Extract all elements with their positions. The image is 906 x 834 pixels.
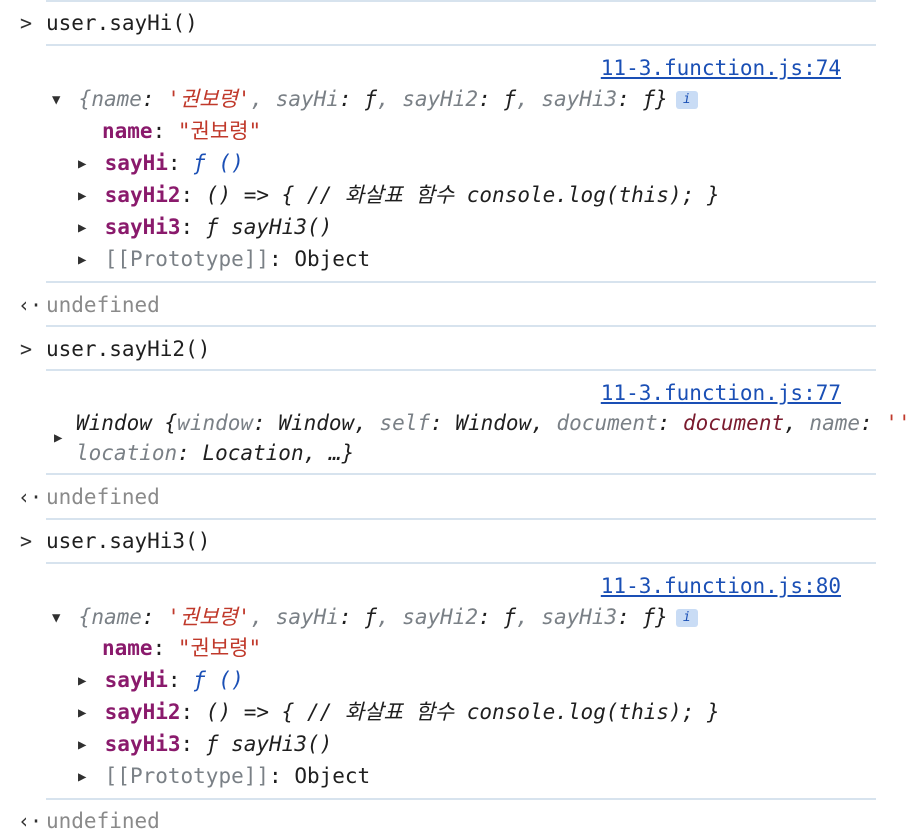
preview-key: document [556, 411, 658, 435]
preview-value: Window [455, 411, 532, 435]
property-key: sayHi2 [104, 700, 181, 724]
property-row[interactable]: ▶ [[Prototype]]: Object [78, 763, 876, 790]
property-row[interactable]: ▶ sayHi: ƒ () [78, 667, 876, 694]
source-link[interactable]: 11-3.function.js:74 [601, 55, 841, 81]
preview-value: '권보령' [167, 605, 251, 629]
property-key: [[Prototype]] [104, 247, 270, 271]
preview-value: document [682, 411, 785, 435]
preview-key: sayHi [275, 87, 339, 111]
triangle-right-icon[interactable]: ▶ [78, 732, 92, 758]
preview-value: '' [885, 411, 906, 435]
return-arrow-icon: ‹· [18, 293, 43, 317]
triangle-right-icon[interactable]: ▶ [78, 215, 92, 241]
property-key: name [102, 636, 153, 660]
triangle-right-icon[interactable]: ▶ [54, 425, 68, 451]
triangle-right-icon[interactable]: ▶ [78, 668, 92, 694]
triangle-right-icon[interactable]: ▶ [78, 764, 92, 790]
property-value: ƒ () [193, 668, 244, 692]
property-value: ƒ sayHi3() [205, 732, 333, 756]
property-value: ƒ () [193, 151, 244, 175]
property-key: sayHi [104, 668, 168, 692]
property-key: name [102, 119, 153, 143]
preview-value: '권보령' [167, 87, 251, 111]
return-arrow-icon: ‹· [18, 809, 43, 833]
preview-key: self [379, 411, 431, 435]
triangle-down-icon[interactable]: ▼ [52, 605, 66, 631]
triangle-right-icon[interactable]: ▶ [78, 247, 92, 273]
property-row[interactable]: ▶ sayHi3: ƒ sayHi3() [78, 214, 876, 241]
preview-key: name [809, 411, 860, 435]
preview-value: ƒ [503, 87, 517, 111]
property-value: () => { // 화살표 함수 console.log(this); } [205, 183, 720, 207]
preview-value: ƒ [642, 87, 656, 111]
window-preview-cont: location: Location, …} [76, 441, 355, 465]
property-key: sayHi3 [104, 215, 181, 239]
source-link[interactable]: 11-3.function.js:80 [601, 573, 841, 599]
property-value: ƒ sayHi3() [205, 215, 333, 239]
source-link[interactable]: 11-3.function.js:77 [601, 380, 841, 406]
preview-value: ƒ [364, 605, 377, 629]
preview-key: sayHi2 [402, 87, 479, 111]
triangle-right-icon[interactable]: ▶ [78, 183, 92, 209]
property-row[interactable]: ▶ sayHi2: () => { // 화살표 함수 console.log(… [78, 182, 876, 209]
preview-value: Window [278, 411, 355, 435]
property-value: () => { // 화살표 함수 console.log(this); } [205, 700, 720, 724]
property-row: name: "권보령" [102, 119, 262, 143]
property-row[interactable]: ▶ [[Prototype]]: Object [78, 246, 876, 273]
preview-ellipsis: … [328, 441, 342, 465]
property-row[interactable]: ▶ sayHi: ƒ () [78, 150, 876, 177]
property-value: "권보령" [177, 119, 262, 143]
preview-key: sayHi3 [541, 87, 618, 111]
property-value: Object [294, 247, 371, 271]
console-command[interactable]: user.sayHi() [46, 10, 198, 36]
property-value: Object [294, 764, 371, 788]
result-value: undefined [46, 809, 160, 833]
preview-key: name [91, 605, 142, 629]
window-label: Window [76, 411, 152, 435]
preview-key: sayHi2 [402, 605, 479, 629]
chevron-right-icon: > [19, 11, 33, 35]
property-key: sayHi3 [104, 732, 181, 756]
object-preview[interactable]: ▼ {name: '권보령', sayHi: ƒ, sayHi2: ƒ, say… [52, 604, 876, 631]
property-row[interactable]: ▶ sayHi2: () => { // 화살표 함수 console.log(… [78, 699, 876, 726]
preview-key: name [91, 87, 142, 111]
property-value: "권보령" [177, 636, 262, 660]
window-preview[interactable]: Window {window: Window, self: Window, do… [76, 410, 906, 436]
preview-key: sayHi3 [541, 605, 618, 629]
property-key: [[Prototype]] [104, 764, 270, 788]
preview-value: ƒ [642, 605, 656, 629]
preview-key: sayHi [275, 605, 339, 629]
property-key: sayHi [104, 151, 168, 175]
chevron-right-icon: > [19, 529, 33, 553]
preview-value: Location [202, 441, 304, 465]
result-value: undefined [46, 293, 160, 317]
console-command[interactable]: user.sayHi3() [46, 528, 210, 554]
preview-value: ƒ [503, 605, 517, 629]
preview-key: location [76, 441, 178, 465]
property-row[interactable]: ▶ sayHi3: ƒ sayHi3() [78, 731, 876, 758]
object-preview[interactable]: ▼ {name: '권보령', sayHi: ƒ, sayHi2: ƒ, say… [52, 86, 876, 113]
triangle-right-icon[interactable]: ▶ [78, 151, 92, 177]
preview-value: ƒ [364, 87, 377, 111]
console-command[interactable]: user.sayHi2() [46, 336, 210, 362]
chevron-right-icon: > [19, 337, 33, 361]
result-value: undefined [46, 485, 160, 509]
triangle-down-icon[interactable]: ▼ [52, 87, 66, 113]
info-icon[interactable]: i [675, 609, 698, 627]
triangle-right-icon[interactable]: ▶ [78, 700, 92, 726]
preview-key: window [177, 411, 254, 435]
return-arrow-icon: ‹· [18, 485, 43, 509]
property-row: name: "권보령" [102, 636, 262, 660]
property-key: sayHi2 [104, 183, 181, 207]
info-icon[interactable]: i [675, 91, 698, 109]
